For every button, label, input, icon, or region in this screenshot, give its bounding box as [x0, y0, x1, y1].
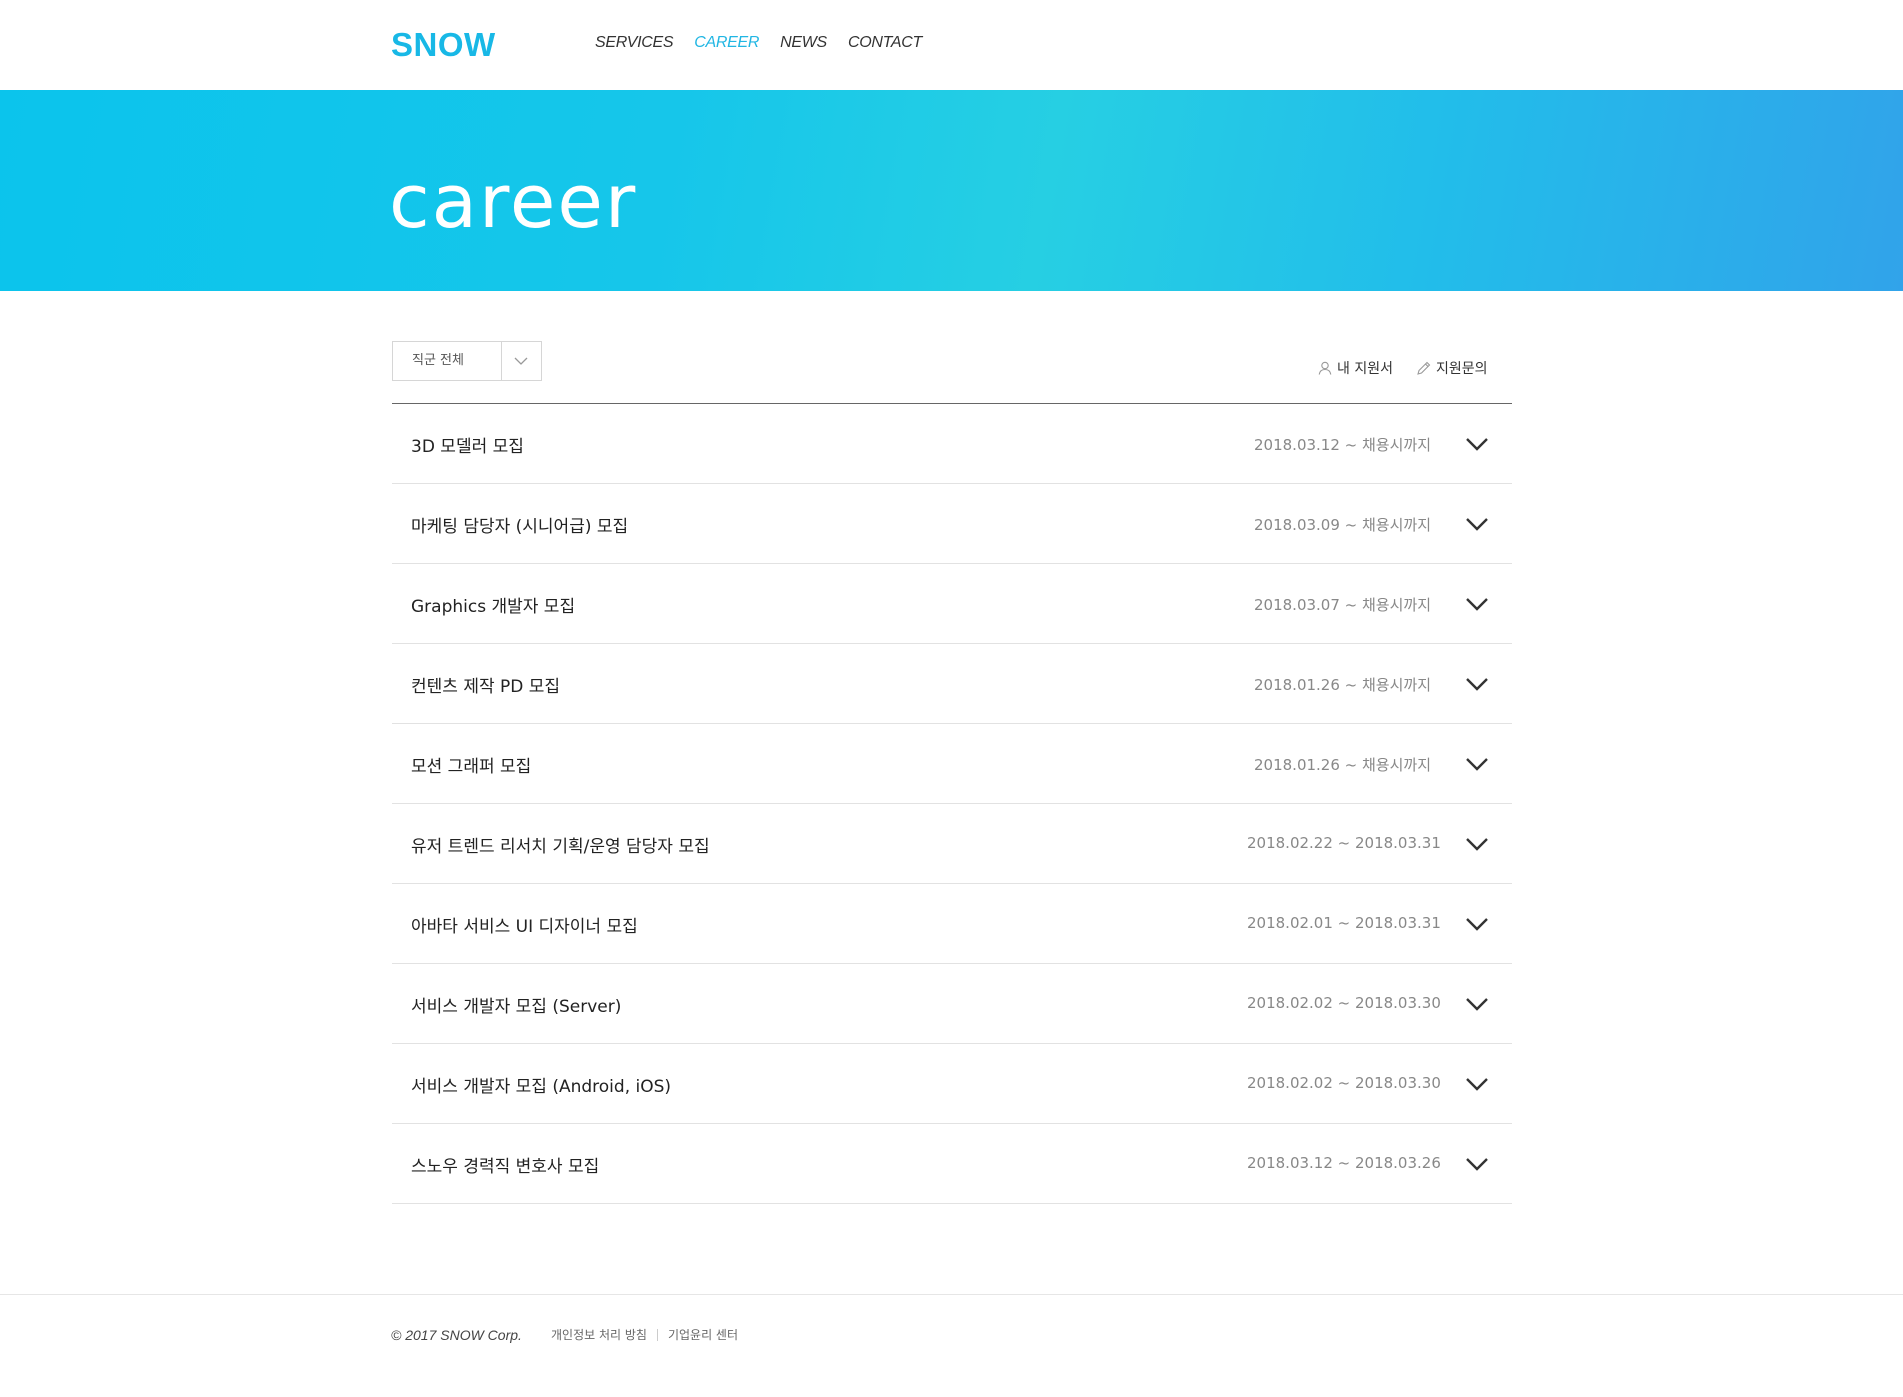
copyright: © 2017 SNOW Corp. — [391, 1327, 522, 1343]
chevron-down-icon[interactable] — [500, 342, 541, 380]
job-title: 유저 트렌드 리서치 기획/운영 담당자 모집 — [411, 837, 710, 857]
chevron-down-icon[interactable] — [1464, 1155, 1490, 1173]
job-title: 스노우 경력직 변호사 모집 — [411, 1157, 600, 1177]
job-title: 서비스 개발자 모집 (Android, iOS) — [411, 1077, 672, 1097]
job-row[interactable]: 컨텐츠 제작 PD 모집 2018.01.26 ~ 채용시까지 — [392, 644, 1512, 724]
job-title: 마케팅 담당자 (시니어급) 모집 — [411, 517, 629, 537]
job-period: 2018.02.22 ~ 2018.03.31 — [1247, 834, 1441, 852]
page-title: career — [389, 159, 638, 245]
job-row[interactable]: 마케팅 담당자 (시니어급) 모집 2018.03.09 ~ 채용시까지 — [392, 484, 1512, 564]
job-row[interactable]: Graphics 개발자 모집 2018.03.07 ~ 채용시까지 — [392, 564, 1512, 644]
ethics-center-link[interactable]: 기업윤리 센터 — [668, 1326, 738, 1343]
footer-links: 개인정보 처리 방침 기업윤리 센터 — [551, 1326, 738, 1343]
job-period: 2018.03.12 ~ 채용시까지 — [1254, 436, 1431, 454]
job-period: 2018.03.07 ~ 채용시까지 — [1254, 596, 1431, 614]
snow-logo[interactable]: SNOW — [391, 26, 496, 64]
site-header: SNOW SERVICES CAREER NEWS CONTACT — [0, 0, 1903, 90]
job-period: 2018.02.02 ~ 2018.03.30 — [1247, 1074, 1441, 1092]
job-title: 3D 모델러 모집 — [411, 437, 524, 457]
chevron-down-icon[interactable] — [1464, 755, 1490, 773]
job-row[interactable]: 스노우 경력직 변호사 모집 2018.03.12 ~ 2018.03.26 — [392, 1124, 1512, 1204]
chevron-down-icon[interactable] — [1464, 835, 1490, 853]
job-category-value: 직군 전체 — [412, 353, 464, 368]
nav-contact[interactable]: CONTACT — [848, 34, 922, 52]
job-period: 2018.01.26 ~ 채용시까지 — [1254, 756, 1431, 774]
nav-career[interactable]: CAREER — [694, 34, 759, 52]
chevron-down-icon[interactable] — [1464, 995, 1490, 1013]
job-title: 모션 그래퍼 모집 — [411, 757, 532, 777]
main-nav: SERVICES CAREER NEWS CONTACT — [595, 34, 943, 52]
job-list: 3D 모델러 모집 2018.03.12 ~ 채용시까지 마케팅 담당자 (시니… — [392, 403, 1512, 1204]
job-title: 아바타 서비스 UI 디자이너 모집 — [411, 917, 638, 937]
nav-services[interactable]: SERVICES — [595, 34, 674, 52]
chevron-down-icon[interactable] — [1464, 595, 1490, 613]
job-title: 컨텐츠 제작 PD 모집 — [411, 677, 561, 697]
chevron-down-icon[interactable] — [1464, 915, 1490, 933]
job-period: 2018.03.09 ~ 채용시까지 — [1254, 516, 1431, 534]
job-period: 2018.01.26 ~ 채용시까지 — [1254, 676, 1431, 694]
job-row[interactable]: 아바타 서비스 UI 디자이너 모집 2018.02.01 ~ 2018.03.… — [392, 884, 1512, 964]
job-row[interactable]: 서비스 개발자 모집 (Android, iOS) 2018.02.02 ~ 2… — [392, 1044, 1512, 1124]
hero-banner: career — [0, 90, 1903, 291]
job-title: 서비스 개발자 모집 (Server) — [411, 997, 622, 1017]
job-title: Graphics 개발자 모집 — [411, 597, 576, 617]
job-row[interactable]: 유저 트렌드 리서치 기획/운영 담당자 모집 2018.02.22 ~ 201… — [392, 804, 1512, 884]
chevron-down-icon[interactable] — [1464, 435, 1490, 453]
person-icon — [1318, 361, 1332, 375]
inquiry-link[interactable]: 지원문의 — [1416, 358, 1488, 378]
nav-news[interactable]: NEWS — [780, 34, 827, 52]
my-application-link[interactable]: 내 지원서 — [1318, 358, 1393, 378]
chevron-down-icon[interactable] — [1464, 515, 1490, 533]
job-row[interactable]: 모션 그래퍼 모집 2018.01.26 ~ 채용시까지 — [392, 724, 1512, 804]
my-application-label: 내 지원서 — [1337, 361, 1393, 377]
job-period: 2018.02.02 ~ 2018.03.30 — [1247, 994, 1441, 1012]
site-footer: © 2017 SNOW Corp. 개인정보 처리 방침 기업윤리 센터 — [0, 1294, 1903, 1397]
job-category-select[interactable]: 직군 전체 — [392, 341, 542, 381]
chevron-down-icon[interactable] — [1464, 675, 1490, 693]
privacy-policy-link[interactable]: 개인정보 처리 방침 — [551, 1326, 647, 1343]
job-period: 2018.03.12 ~ 2018.03.26 — [1247, 1154, 1441, 1172]
divider — [656, 1328, 658, 1341]
job-period: 2018.02.01 ~ 2018.03.31 — [1247, 914, 1441, 932]
job-row[interactable]: 3D 모델러 모집 2018.03.12 ~ 채용시까지 — [392, 404, 1512, 484]
inquiry-label: 지원문의 — [1436, 361, 1488, 377]
chevron-down-icon[interactable] — [1464, 1075, 1490, 1093]
pencil-icon — [1417, 361, 1431, 375]
job-row[interactable]: 서비스 개발자 모집 (Server) 2018.02.02 ~ 2018.03… — [392, 964, 1512, 1044]
